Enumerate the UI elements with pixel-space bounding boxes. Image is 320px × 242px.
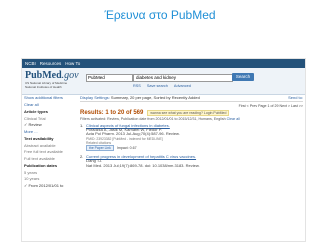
results-panel: Display Settings: Summary, 20 per page, … xyxy=(80,95,303,172)
save-search-link[interactable]: Save search xyxy=(147,84,168,88)
filter-sidebar: Show additional filters Clear all Articl… xyxy=(22,95,76,189)
howto-menu[interactable]: How To xyxy=(65,61,80,66)
filters-activated: Filters activated: Review, Publication d… xyxy=(80,117,240,121)
filter-full-text[interactable]: Full text available xyxy=(22,156,76,163)
search-input[interactable]: diabetes and kidney xyxy=(133,74,233,82)
result-journal: Nat Med. 2013 Jul;19(7):869-78. doi: 10.… xyxy=(86,162,200,168)
advanced-link[interactable]: Advanced xyxy=(174,84,191,88)
filter-custom-range[interactable]: ✓ From 2012/01/01 to xyxy=(22,183,76,190)
resources-menu[interactable]: Resources xyxy=(40,61,62,66)
results-count-text: Results: 1 to 20 of 569 xyxy=(80,110,144,116)
display-summary: Summary, 20 per page, Sorted by Recently… xyxy=(110,95,200,100)
logo-subtitle: US National Library of Medicine National… xyxy=(25,81,68,89)
database-select[interactable]: PubMed xyxy=(86,74,133,82)
pubmed-logo[interactable]: PubMed.gov xyxy=(25,70,79,81)
pubmed-header: PubMed.gov US National Library of Medici… xyxy=(22,68,305,95)
send-to-link[interactable]: Send to: xyxy=(288,95,303,100)
pubmed-screenshot: NCBI Resources How To PubMed.gov US Nati… xyxy=(21,58,306,242)
search-button[interactable]: Search xyxy=(232,73,254,81)
paper-link-badge[interactable]: the Paper Link xyxy=(86,145,114,152)
clear-all-link[interactable]: Clear all xyxy=(22,102,76,109)
result-badges: the Paper Link Impact: 0.67 xyxy=(86,145,303,152)
clear-filters-link[interactable]: Clear all xyxy=(227,117,240,121)
ncbi-bar: NCBI Resources How To xyxy=(22,59,305,68)
display-settings-row: Display Settings: Summary, 20 per page, … xyxy=(80,95,303,102)
pager[interactable]: First < Prev Page 1 of 29 Next > Last >> xyxy=(80,104,303,108)
display-settings-link[interactable]: Display Settings: xyxy=(80,95,110,100)
rss-link[interactable]: RSS xyxy=(133,84,141,88)
search-sublinks: RSS Save search Advanced xyxy=(133,84,191,88)
impact-factor: Impact: 0.67 xyxy=(116,146,137,151)
ncbi-link[interactable]: NCBI xyxy=(25,61,36,66)
result-item: 1. Clinical aspects of fungal infections … xyxy=(80,123,303,152)
filter-more[interactable]: More ... xyxy=(22,129,76,136)
results-count: Results: 1 to 20 of 569 wanna see what y… xyxy=(80,110,303,116)
result-title[interactable]: Current progress in development of hepat… xyxy=(86,154,196,159)
login-note[interactable]: wanna see what you are reading? Login Pu… xyxy=(147,110,230,116)
slide-title: Έρευνα στο PubMed xyxy=(104,8,216,22)
result-item: 2. Current progress in development of hep… xyxy=(80,155,303,168)
